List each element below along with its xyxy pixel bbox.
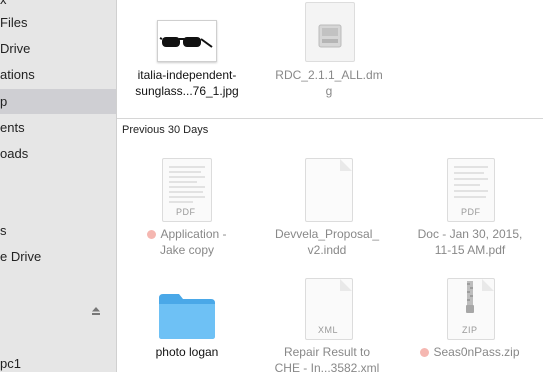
file-item[interactable]: RDC_2.1.1_ALL.dm g [269, 0, 389, 98]
file-item[interactable]: photo logan [127, 280, 247, 372]
file-name: RDC_2.1.1_ALL.dm g [275, 68, 383, 98]
pdf-icon: PDF [162, 158, 212, 222]
file-item[interactable]: italia-independent- sunglass...76_1.jpg [127, 16, 247, 98]
image-thumbnail-icon [157, 20, 217, 62]
file-name: Application - Jake copy [127, 226, 247, 258]
sidebar-item-applications[interactable]: ations [0, 67, 35, 82]
folder-icon [157, 292, 217, 340]
file-name: Doc - Jan 30, 2015, 11-15 AM.pdf [417, 227, 523, 257]
sidebar-item-remote-drive[interactable]: e Drive [0, 249, 41, 264]
file-item[interactable]: PDF Application - Jake copy [127, 158, 247, 258]
sidebar-item-files[interactable]: Files [0, 15, 27, 30]
file-type-badge: PDF [176, 207, 196, 217]
section-header: Previous 30 Days [122, 124, 209, 136]
zip-icon: ZIP [447, 278, 495, 340]
pdf-icon: PDF [447, 158, 495, 222]
file-item[interactable]: PDF Doc - Jan 30, 2015, 11-15 AM.pdf [410, 158, 530, 258]
file-type-badge: XML [318, 325, 339, 335]
file-type-badge: PDF [461, 207, 481, 217]
section-divider [117, 118, 543, 119]
file-name: photo logan [155, 345, 219, 359]
sidebar-item-partial[interactable]: x [0, 0, 7, 7]
file-type-badge: ZIP [462, 325, 478, 335]
file-item[interactable]: ZIP Seas0nPass.zip [410, 276, 530, 372]
sidebar-item-pc1[interactable]: pc1 [0, 356, 21, 371]
file-name: Devvela_Proposal_ v2.indd [274, 227, 380, 257]
file-name: Repair Result to CHE - In...3582.xml [274, 345, 380, 375]
tag-dot [147, 230, 157, 239]
sidebar-selection-highlight [0, 89, 116, 114]
sidebar-item-desktop[interactable]: p [0, 94, 7, 109]
file-item[interactable]: XML Repair Result to CHE - In...3582.xml [267, 276, 387, 375]
sidebar: x Files Drive ations p ents oads s e Dri… [0, 0, 117, 372]
sidebar-item-drive[interactable]: Drive [0, 41, 30, 56]
disk-image-icon [305, 2, 355, 62]
tag-dot [420, 348, 430, 357]
file-item[interactable]: Devvela_Proposal_ v2.indd [267, 158, 387, 258]
eject-icon[interactable] [92, 307, 100, 315]
sidebar-item-downloads[interactable]: oads [0, 146, 28, 161]
xml-icon: XML [305, 278, 353, 340]
file-name: italia-independent- sunglass...76_1.jpg [135, 68, 239, 98]
document-icon [305, 158, 353, 222]
file-name: Seas0nPass.zip [410, 344, 530, 360]
sidebar-item-devices[interactable]: s [0, 223, 7, 238]
sidebar-item-documents[interactable]: ents [0, 120, 25, 135]
